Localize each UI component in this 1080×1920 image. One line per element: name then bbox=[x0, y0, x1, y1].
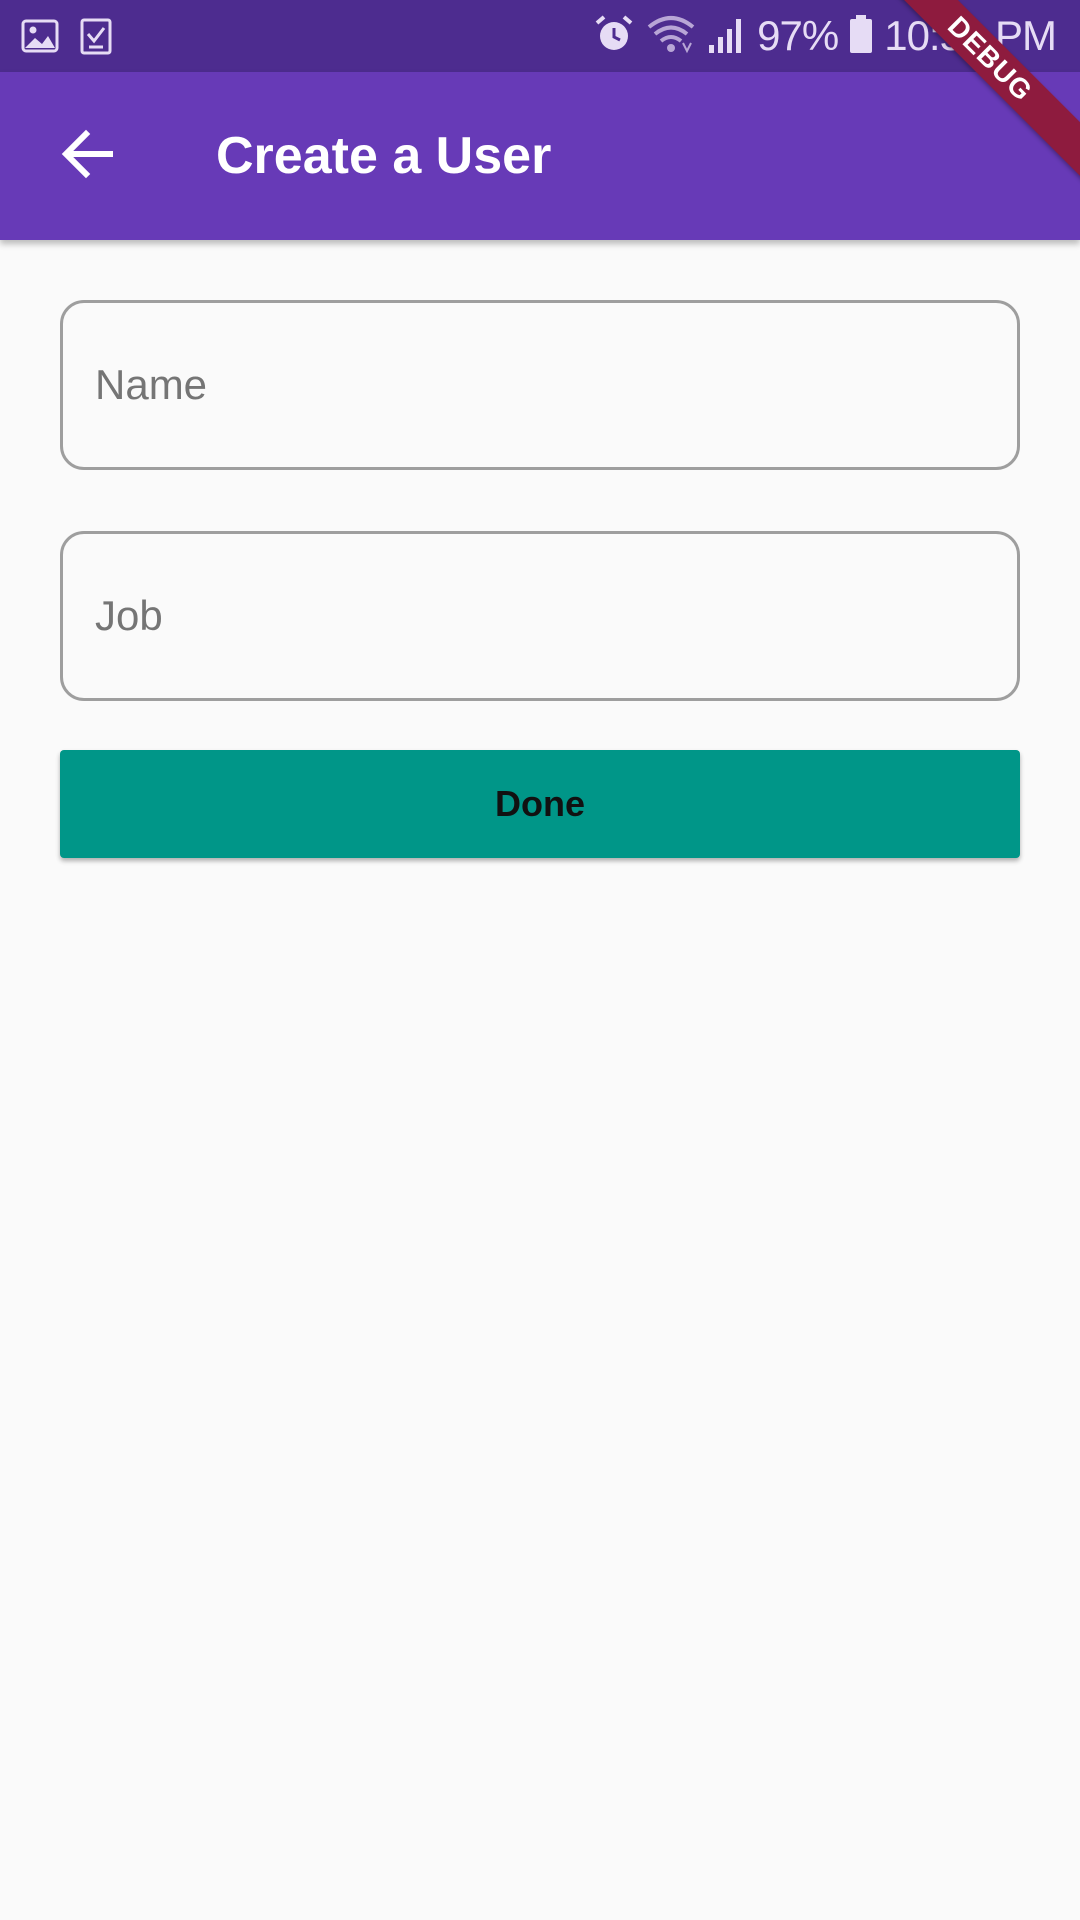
name-field[interactable] bbox=[60, 300, 1020, 470]
job-field[interactable] bbox=[60, 531, 1020, 701]
name-input[interactable] bbox=[95, 303, 985, 467]
app-bar: Create a User bbox=[0, 72, 1080, 240]
arrow-back-icon bbox=[60, 126, 116, 187]
wifi-icon bbox=[645, 13, 697, 60]
image-icon bbox=[20, 16, 60, 56]
page-title: Create a User bbox=[216, 127, 552, 185]
alarm-icon bbox=[593, 13, 635, 60]
clipboard-check-icon bbox=[76, 16, 116, 56]
screen: 97% 10:53 PM Create a User DEBUG bbox=[0, 0, 1080, 1920]
battery-icon bbox=[848, 13, 874, 60]
back-button[interactable] bbox=[40, 108, 136, 204]
job-input[interactable] bbox=[95, 534, 985, 698]
signal-icon bbox=[707, 13, 747, 60]
battery-percent: 97% bbox=[757, 12, 839, 59]
done-button[interactable]: Done bbox=[60, 750, 1020, 858]
